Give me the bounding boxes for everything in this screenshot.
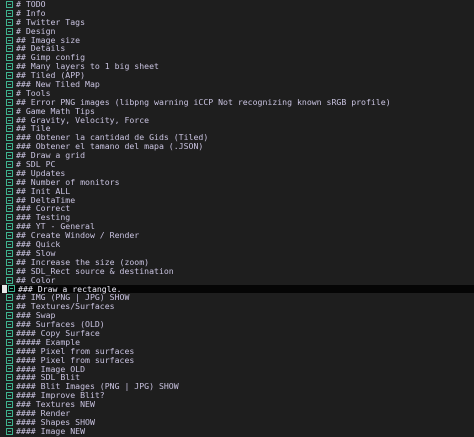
collapse-toggle-icon[interactable] — [6, 374, 13, 382]
collapse-toggle-icon[interactable] — [8, 285, 15, 293]
collapse-toggle-icon[interactable] — [6, 169, 13, 177]
collapse-toggle-icon[interactable] — [6, 0, 13, 8]
collapse-toggle-icon[interactable] — [6, 18, 13, 26]
collapse-toggle-icon[interactable] — [6, 125, 13, 133]
collapse-toggle-icon[interactable] — [6, 294, 13, 302]
collapse-toggle-icon[interactable] — [6, 338, 13, 346]
collapse-toggle-icon[interactable] — [6, 187, 13, 195]
collapse-toggle-icon[interactable] — [6, 392, 13, 400]
outline-item[interactable]: ## Textures/Surfaces — [0, 302, 474, 311]
outline-item[interactable]: # Twitter Tags — [0, 17, 474, 27]
collapse-toggle-icon[interactable] — [6, 240, 13, 248]
collapse-toggle-icon[interactable] — [6, 312, 13, 320]
outline-item[interactable]: ## Draw a grid — [0, 151, 474, 160]
collapse-toggle-icon[interactable] — [6, 45, 13, 53]
text-cursor — [2, 284, 7, 293]
collapse-toggle-icon[interactable] — [6, 267, 13, 275]
collapse-toggle-icon[interactable] — [6, 80, 13, 88]
collapse-toggle-icon[interactable] — [6, 383, 13, 391]
collapse-toggle-icon[interactable] — [6, 418, 13, 426]
collapse-toggle-icon[interactable] — [6, 214, 13, 222]
collapse-toggle-icon[interactable] — [6, 249, 13, 257]
collapse-toggle-icon[interactable] — [6, 303, 13, 311]
collapse-toggle-icon[interactable] — [6, 347, 13, 355]
outline-item[interactable]: ## Image size — [0, 35, 474, 45]
collapse-toggle-icon[interactable] — [6, 223, 13, 231]
collapse-toggle-icon[interactable] — [6, 36, 13, 44]
collapse-toggle-icon[interactable] — [6, 258, 13, 266]
collapse-toggle-icon[interactable] — [6, 276, 13, 284]
collapse-toggle-icon[interactable] — [6, 9, 13, 17]
outline-item[interactable]: ### New Tiled Map — [0, 80, 474, 89]
collapse-toggle-icon[interactable] — [6, 116, 13, 124]
collapse-toggle-icon[interactable] — [6, 329, 13, 337]
collapse-toggle-icon[interactable] — [6, 365, 13, 373]
collapse-toggle-icon[interactable] — [6, 107, 13, 115]
outline-item[interactable]: ## Create Window / Render — [0, 231, 474, 240]
outline-item[interactable]: # SDL PC — [0, 160, 474, 169]
collapse-toggle-icon[interactable] — [6, 63, 13, 71]
outline-list: # TODO # Info # Twitter Tags # Design ## Ima… — [0, 0, 474, 437]
collapse-toggle-icon[interactable] — [6, 27, 13, 35]
collapse-toggle-icon[interactable] — [6, 152, 13, 160]
collapse-toggle-icon[interactable] — [6, 98, 13, 106]
outline-item[interactable]: ## Gravity, Velocity, Force — [0, 115, 474, 125]
collapse-toggle-icon[interactable] — [6, 409, 13, 417]
collapse-toggle-icon[interactable] — [6, 178, 13, 186]
collapse-toggle-icon[interactable] — [6, 321, 13, 328]
outline-item[interactable]: ## DeltaTime — [0, 195, 474, 205]
outline-item[interactable]: ### Quick — [0, 240, 474, 249]
collapse-toggle-icon[interactable] — [6, 89, 13, 97]
outline-item-label: #### Image NEW — [16, 425, 86, 436]
outline-item[interactable]: ## Number of monitors — [0, 177, 474, 187]
collapse-toggle-icon[interactable] — [6, 143, 13, 151]
collapse-toggle-icon[interactable] — [6, 54, 13, 62]
collapse-toggle-icon[interactable] — [6, 356, 13, 364]
collapse-toggle-icon[interactable] — [6, 196, 13, 204]
outline-item[interactable]: ## SDL_Rect source & destination — [0, 266, 474, 276]
outline-item[interactable]: #### Image NEW — [0, 425, 474, 436]
outline-item[interactable]: # TODO — [0, 0, 474, 9]
collapse-toggle-icon[interactable] — [6, 232, 13, 240]
collapse-toggle-icon[interactable] — [6, 427, 13, 435]
outline-item[interactable]: ### Textures NEW — [0, 400, 474, 409]
collapse-toggle-icon[interactable] — [6, 205, 13, 213]
collapse-toggle-icon[interactable] — [6, 401, 13, 409]
collapse-toggle-icon[interactable] — [6, 72, 13, 80]
collapse-toggle-icon[interactable] — [6, 160, 13, 168]
outline-item[interactable]: ### Correct — [0, 204, 474, 213]
collapse-toggle-icon[interactable] — [6, 134, 13, 142]
